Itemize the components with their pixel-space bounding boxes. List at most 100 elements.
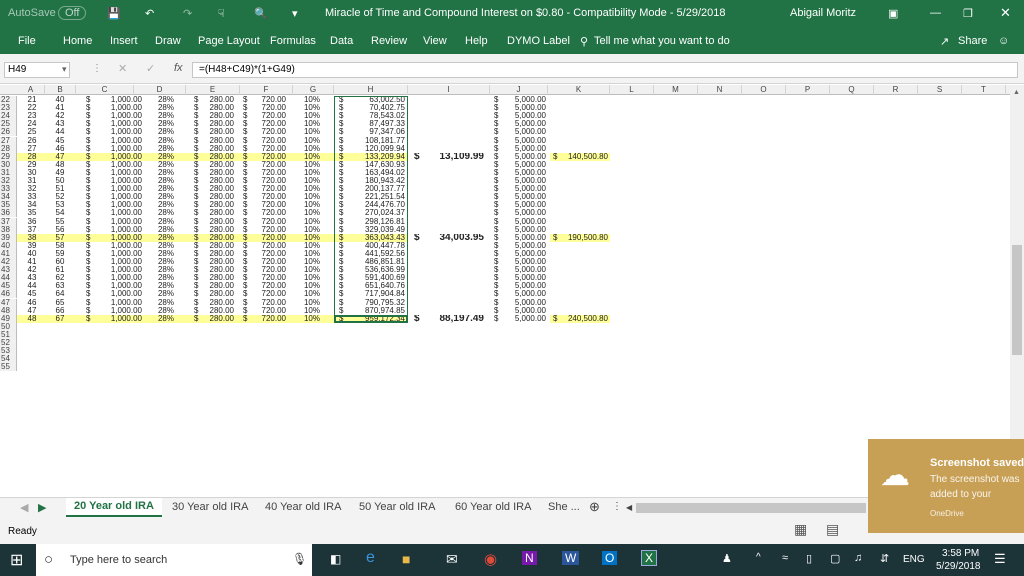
cell[interactable]: 5,000.00	[502, 258, 546, 266]
cell[interactable]: $	[243, 185, 251, 193]
next-sheet-icon[interactable]: ▶	[38, 501, 46, 514]
cell[interactable]: $	[194, 307, 202, 315]
cell[interactable]: $	[194, 177, 202, 185]
cell[interactable]: 28%	[150, 128, 182, 136]
cell[interactable]: $	[494, 315, 502, 323]
cell[interactable]: 67	[50, 315, 70, 323]
user-name[interactable]: Abigail Moritz	[790, 7, 856, 19]
cell[interactable]: 280.00	[202, 104, 234, 112]
cell[interactable]: 1,000.00	[96, 137, 142, 145]
cell[interactable]: 10%	[300, 242, 324, 250]
cell[interactable]: 45	[50, 137, 70, 145]
cell[interactable]: 28%	[150, 185, 182, 193]
cell[interactable]: 1,000.00	[96, 209, 142, 217]
cell[interactable]: 28%	[150, 242, 182, 250]
cell[interactable]: 280.00	[202, 96, 234, 104]
cell[interactable]: 10%	[300, 128, 324, 136]
cell[interactable]: $	[243, 112, 251, 120]
cell[interactable]: 10%	[300, 104, 324, 112]
cell[interactable]: $	[243, 315, 251, 323]
cell[interactable]: $	[194, 137, 202, 145]
ribbon-display-icon[interactable]: ▣	[888, 7, 898, 20]
cell[interactable]: 400,447.78	[347, 242, 405, 250]
column-header-r[interactable]: R	[874, 85, 918, 95]
cell[interactable]: $	[86, 290, 96, 298]
cell[interactable]: $	[339, 258, 347, 266]
column-header-i[interactable]: I	[408, 85, 490, 95]
cell[interactable]: 5,000.00	[502, 185, 546, 193]
cell[interactable]: 10%	[300, 193, 324, 201]
cell[interactable]: 28%	[150, 177, 182, 185]
prev-sheet-icon[interactable]: ◀	[20, 501, 28, 514]
cell[interactable]: $	[494, 177, 502, 185]
cell[interactable]: 280.00	[202, 201, 234, 209]
cell[interactable]: 28%	[150, 112, 182, 120]
cell[interactable]: 33	[22, 193, 42, 201]
cell[interactable]: 28%	[150, 266, 182, 274]
cell[interactable]: 36	[22, 218, 42, 226]
cell[interactable]: 29	[22, 161, 42, 169]
cell[interactable]: 10%	[300, 234, 324, 242]
cell[interactable]: 1,000.00	[96, 299, 142, 307]
column-header-e[interactable]: E	[186, 85, 240, 95]
cell[interactable]: $	[194, 250, 202, 258]
cell[interactable]: $	[86, 218, 96, 226]
cell[interactable]: 280.00	[202, 274, 234, 282]
cell[interactable]: 10%	[300, 226, 324, 234]
cell[interactable]: 591,400.69	[347, 274, 405, 282]
cell[interactable]: 10%	[300, 315, 324, 323]
cell[interactable]: 1,000.00	[96, 218, 142, 226]
cell[interactable]: 720.00	[251, 234, 286, 242]
cell[interactable]: 1,000.00	[96, 177, 142, 185]
cell[interactable]: $	[243, 299, 251, 307]
cell[interactable]: 40	[22, 250, 42, 258]
cell[interactable]: 10%	[300, 290, 324, 298]
cell[interactable]: $	[494, 201, 502, 209]
cell[interactable]: 280.00	[202, 282, 234, 290]
cell[interactable]: 536,636.99	[347, 266, 405, 274]
tab-draw[interactable]: Draw	[155, 35, 181, 47]
cell[interactable]: 38	[22, 234, 42, 242]
cell[interactable]: 10%	[300, 120, 324, 128]
cell[interactable]: 10%	[300, 161, 324, 169]
excel-icon[interactable]: X	[640, 550, 658, 566]
sheet-tab-30-year[interactable]: 30 Year old IRA	[172, 501, 248, 513]
cell[interactable]: 63,002.50	[347, 96, 405, 104]
cell[interactable]: $	[494, 307, 502, 315]
cell[interactable]: 5,000.00	[502, 193, 546, 201]
save-icon[interactable]: 💾	[107, 7, 121, 20]
cell[interactable]: 200,137.77	[347, 185, 405, 193]
column-header-f[interactable]: F	[240, 85, 293, 95]
feedback-icon[interactable]: ☺	[998, 35, 1009, 47]
cell[interactable]: 70,402.75	[347, 104, 405, 112]
cell[interactable]: 190,500.80	[561, 234, 608, 242]
tab-data[interactable]: Data	[330, 35, 353, 47]
cell[interactable]: 28%	[150, 153, 182, 161]
cell[interactable]: $	[194, 169, 202, 177]
cell[interactable]: $	[194, 218, 202, 226]
cell[interactable]: 280.00	[202, 128, 234, 136]
cell[interactable]: $	[243, 128, 251, 136]
cell[interactable]: 28%	[150, 226, 182, 234]
taskbar-search-box[interactable]: ○ Type here to search 🎙	[36, 544, 312, 576]
cell[interactable]: $	[243, 234, 251, 242]
column-header-j[interactable]: J	[490, 85, 548, 95]
cell[interactable]: $	[494, 137, 502, 145]
clock-date[interactable]: 5/29/2018	[936, 561, 981, 572]
cell[interactable]: 48	[22, 315, 42, 323]
cell[interactable]: $	[494, 104, 502, 112]
cell[interactable]: 1,000.00	[96, 258, 142, 266]
show-hidden-icons[interactable]: ^	[756, 552, 761, 563]
cell[interactable]: 10%	[300, 153, 324, 161]
cell[interactable]: 1,000.00	[96, 112, 142, 120]
cell[interactable]: 280.00	[202, 185, 234, 193]
cell[interactable]: 28%	[150, 282, 182, 290]
cell[interactable]: 28%	[150, 209, 182, 217]
cell[interactable]: 720.00	[251, 209, 286, 217]
cell[interactable]: 28%	[150, 299, 182, 307]
cell[interactable]: 61	[50, 266, 70, 274]
column-header-t[interactable]: T	[962, 85, 1006, 95]
cell[interactable]: $	[494, 112, 502, 120]
cell[interactable]: 62	[50, 274, 70, 282]
cell[interactable]: $	[86, 307, 96, 315]
